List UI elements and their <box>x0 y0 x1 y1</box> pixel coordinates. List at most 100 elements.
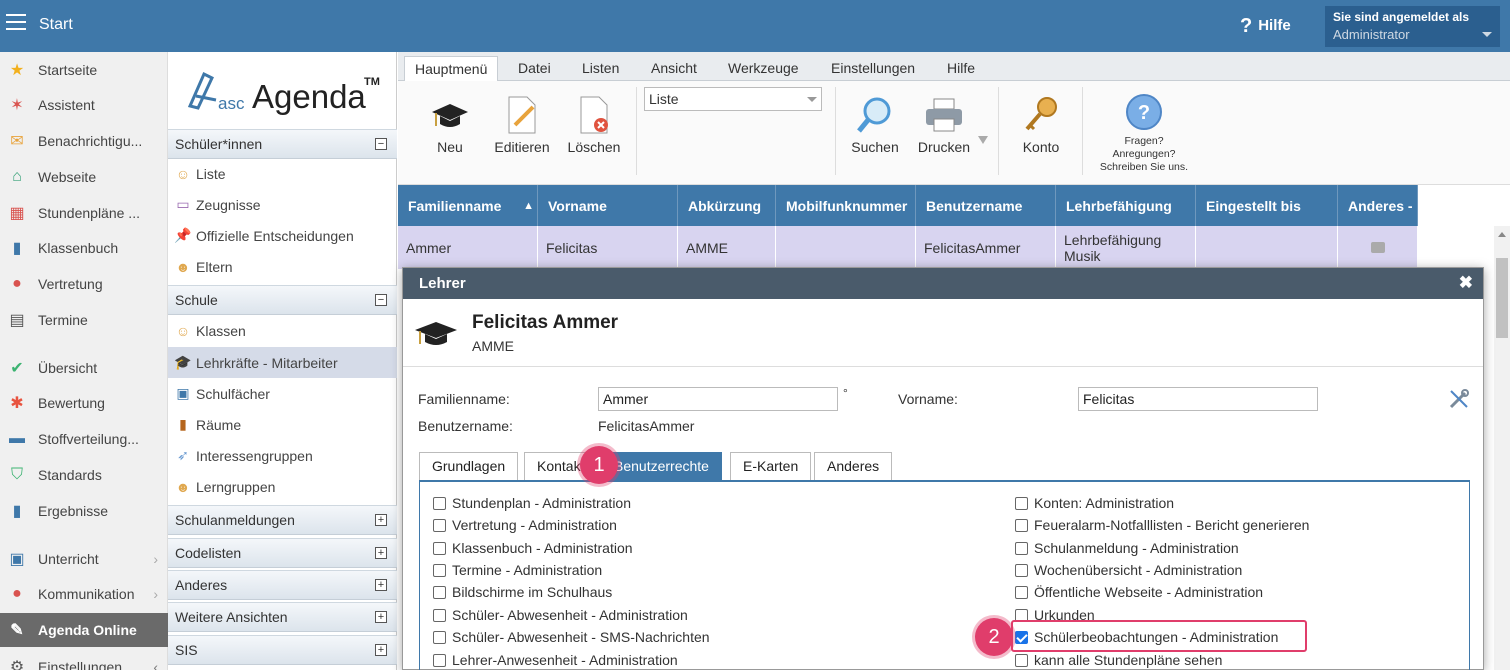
nav-item-benachrichtigungen[interactable]: ✉ Benachrichtigu... <box>0 124 168 158</box>
checkbox[interactable] <box>433 541 446 555</box>
nav-item-klassenbuch[interactable]: ▮ Klassenbuch <box>0 231 168 265</box>
checkbox[interactable] <box>433 585 446 599</box>
column-anderes[interactable]: Anderes - <box>1338 185 1418 226</box>
section-codelisten[interactable]: Codelisten + <box>168 538 397 568</box>
start-title[interactable]: Start <box>39 16 73 34</box>
scrollbar-thumb[interactable] <box>1496 258 1508 338</box>
nav-item-uebersicht[interactable]: ✔ Übersicht <box>0 351 168 385</box>
column-eingestellt-bis[interactable]: Eingestellt bis <box>1196 185 1338 226</box>
help-button[interactable]: ? Hilfe <box>1240 15 1291 38</box>
expand-icon[interactable]: + <box>375 579 387 591</box>
nav-item-stoffverteilung[interactable]: ▬ Stoffverteilung... <box>0 422 168 456</box>
permission-checkbox[interactable]: Konten: Administration <box>1015 495 1174 511</box>
sidebar-item-liste[interactable]: ☺ Liste <box>168 158 397 189</box>
permission-checkbox[interactable]: Schulanmeldung - Administration <box>1015 540 1239 556</box>
sidebar-item-lehrkraefte[interactable]: 🎓 Lehrkräfte - Mitarbeiter <box>168 347 397 378</box>
checkbox[interactable] <box>1015 496 1028 510</box>
section-weitere-ansichten[interactable]: Weitere Ansichten + <box>168 602 397 632</box>
tab-werkzeuge[interactable]: Werkzeuge <box>718 58 809 81</box>
checkbox[interactable] <box>1015 518 1028 532</box>
account-button[interactable]: Konto <box>1018 91 1064 155</box>
print-dropdown-icon[interactable] <box>978 136 988 144</box>
delete-button[interactable]: Löschen <box>566 91 622 155</box>
permission-checkbox[interactable]: Wochenübersicht - Administration <box>1015 562 1242 578</box>
tab-datei[interactable]: Datei <box>508 58 561 81</box>
sidebar-item-raeume[interactable]: ▮ Räume <box>168 409 397 440</box>
section-schulanmeldungen[interactable]: Schulanmeldungen + <box>168 505 397 535</box>
typewriter-icon[interactable] <box>1370 242 1385 253</box>
print-button[interactable]: Drucken <box>914 91 974 155</box>
tab-ansicht[interactable]: Ansicht <box>641 58 707 81</box>
tab-benutzerrechte[interactable]: Benutzerrechte <box>601 452 722 480</box>
permission-checkbox[interactable]: Vertretung - Administration <box>433 517 617 533</box>
checkbox[interactable] <box>433 653 446 667</box>
nav-item-unterricht[interactable]: ▣ Unterricht › <box>0 542 168 576</box>
section-anderes[interactable]: Anderes + <box>168 570 397 600</box>
checkbox[interactable] <box>433 518 446 532</box>
list-select[interactable]: Liste <box>644 87 822 111</box>
nav-item-vertretung[interactable]: ● Vertretung <box>0 267 168 301</box>
close-icon[interactable]: ✖ <box>1459 273 1473 293</box>
nav-item-ergebnisse[interactable]: ▮ Ergebnisse <box>0 494 168 528</box>
edit-button[interactable]: Editieren <box>492 91 552 155</box>
checkbox[interactable] <box>1015 585 1028 599</box>
familienname-field[interactable]: Ammer <box>598 387 838 411</box>
feedback-button[interactable]: ? Fragen? Anregungen? Schreiben Sie uns. <box>1094 93 1194 174</box>
permission-checkbox[interactable]: Stundenplan - Administration <box>433 495 631 511</box>
section-sis[interactable]: SIS + <box>168 635 397 665</box>
nav-item-agenda-online[interactable]: ✎ Agenda Online <box>0 613 168 647</box>
checkbox[interactable] <box>433 630 446 644</box>
collapse-icon[interactable]: − <box>375 138 387 150</box>
checkbox[interactable] <box>1015 541 1028 555</box>
nav-item-stundenplaene[interactable]: ▦ Stundenpläne ... <box>0 196 168 230</box>
permission-checkbox[interactable]: Feueralarm-Notfalllisten - Bericht gener… <box>1015 517 1309 533</box>
nav-item-einstellungen[interactable]: ⚙ Einstellungen ‹ <box>0 650 168 670</box>
expand-icon[interactable]: + <box>375 514 387 526</box>
permission-checkbox[interactable]: kann alle Stundenpläne sehen <box>1015 652 1222 668</box>
permission-checkbox[interactable]: Schüler- Abwesenheit - SMS-Nachrichten <box>433 629 710 645</box>
checkbox[interactable] <box>433 496 446 510</box>
tab-einstellungen[interactable]: Einstellungen <box>821 58 925 81</box>
nav-item-webseite[interactable]: ⌂ Webseite <box>0 160 168 194</box>
column-familienname[interactable]: Familienname ▲ <box>398 185 538 226</box>
column-abkuerzung[interactable]: Abkürzung <box>678 185 776 226</box>
expand-icon[interactable]: + <box>375 547 387 559</box>
section-schule[interactable]: Schule − <box>168 285 397 315</box>
checkbox[interactable] <box>433 563 446 577</box>
tab-anderes[interactable]: Anderes <box>814 452 893 480</box>
column-lehrbefaehigung[interactable]: Lehrbefähigung <box>1056 185 1196 226</box>
nav-item-termine[interactable]: ▤ Termine <box>0 303 168 337</box>
table-row[interactable]: Ammer Felicitas AMME FelicitasAmmer Lehr… <box>398 226 1418 269</box>
column-mobilfunknummer[interactable]: Mobilfunknummer <box>776 185 916 226</box>
column-vorname[interactable]: Vorname <box>538 185 678 226</box>
nav-item-standards[interactable]: ⛉ Standards <box>0 458 168 492</box>
sidebar-item-klassen[interactable]: ☺ Klassen <box>168 315 397 346</box>
sidebar-item-lerngruppen[interactable]: ☻ Lerngruppen <box>168 471 397 502</box>
permission-checkbox[interactable]: Klassenbuch - Administration <box>433 540 633 556</box>
column-benutzername[interactable]: Benutzername <box>916 185 1056 226</box>
expand-icon[interactable]: + <box>375 611 387 623</box>
tab-hilfe[interactable]: Hilfe <box>937 58 985 81</box>
permission-checkbox[interactable]: Lehrer-Anwesenheit - Administration <box>433 652 678 668</box>
tab-hauptmenue[interactable]: Hauptmenü <box>404 56 499 82</box>
tab-e-karten[interactable]: E-Karten <box>730 452 812 480</box>
sidebar-item-interessengruppen[interactable]: ➶ Interessengruppen <box>168 440 397 471</box>
scroll-up-icon[interactable] <box>1498 232 1506 237</box>
permission-checkbox[interactable]: Bildschirme im Schulhaus <box>433 584 612 600</box>
tab-listen[interactable]: Listen <box>572 58 629 81</box>
nav-item-startseite[interactable]: ★ Startseite <box>0 53 168 87</box>
hamburger-menu-icon[interactable] <box>6 14 26 30</box>
checkbox[interactable] <box>1015 653 1028 667</box>
permission-checkbox[interactable]: Schüler- Abwesenheit - Administration <box>433 607 688 623</box>
tab-grundlagen[interactable]: Grundlagen <box>419 452 519 480</box>
permission-checkbox[interactable]: Öffentliche Webseite - Administration <box>1015 584 1263 600</box>
sidebar-item-schulfaecher[interactable]: ▣ Schulfächer <box>168 378 397 409</box>
login-dropdown[interactable]: Sie sind angemeldet als Administrator <box>1325 6 1500 47</box>
checkbox[interactable] <box>1015 563 1028 577</box>
search-button[interactable]: Suchen <box>848 91 902 155</box>
sidebar-item-offizielle-entscheidungen[interactable]: 📌 Offizielle Entscheidungen <box>168 220 397 251</box>
checkbox[interactable] <box>433 608 446 622</box>
vorname-field[interactable]: Felicitas <box>1078 387 1318 411</box>
expand-icon[interactable]: + <box>375 644 387 656</box>
nav-item-bewertung[interactable]: ✱ Bewertung <box>0 386 168 420</box>
